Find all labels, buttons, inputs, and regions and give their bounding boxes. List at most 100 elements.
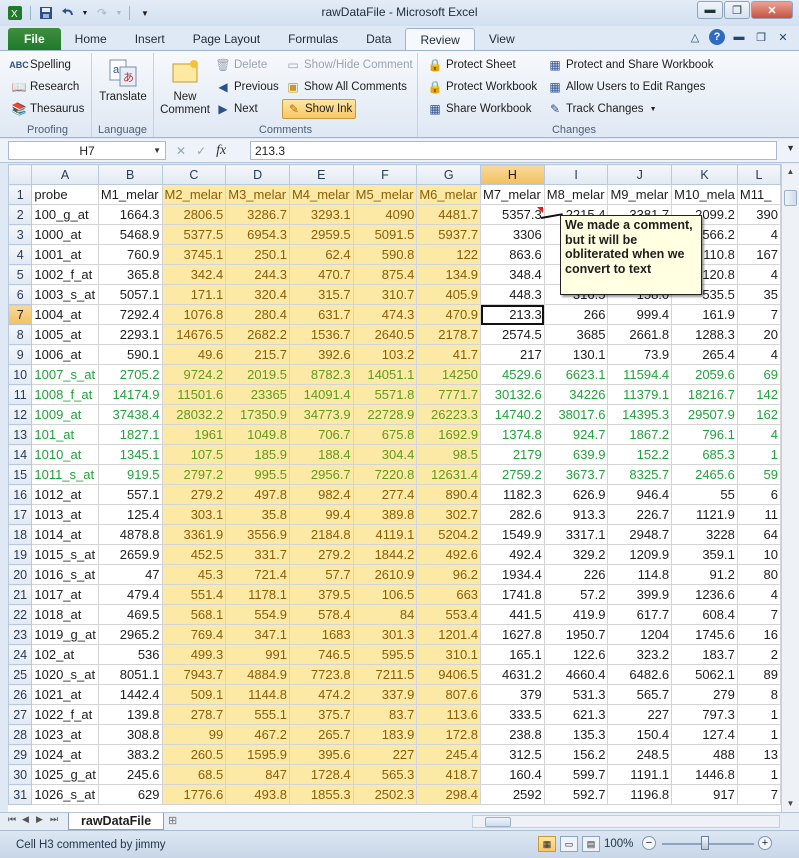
value-cell[interactable]: 418.7: [416, 764, 482, 785]
probe-cell[interactable]: 1011_s_at: [31, 464, 99, 485]
value-cell[interactable]: 1934.4: [480, 564, 545, 585]
value-cell[interactable]: 84: [353, 604, 418, 625]
value-cell[interactable]: 568.1: [162, 604, 227, 625]
first-sheet-icon[interactable]: ⏮: [8, 814, 16, 825]
value-cell[interactable]: 156.2: [544, 744, 609, 765]
value-cell[interactable]: 7211.5: [353, 664, 418, 685]
value-cell[interactable]: 280.4: [225, 304, 290, 325]
value-cell[interactable]: 7: [737, 304, 781, 325]
value-cell[interactable]: 365.8: [98, 264, 163, 285]
minimize-button[interactable]: ▬: [697, 1, 723, 19]
probe-cell[interactable]: 1009_at: [31, 404, 99, 425]
value-cell[interactable]: 57.2: [544, 584, 609, 605]
value-cell[interactable]: 999.4: [607, 304, 673, 325]
value-cell[interactable]: 227: [607, 704, 673, 725]
value-cell[interactable]: 1741.8: [480, 584, 545, 605]
value-cell[interactable]: 2759.2: [480, 464, 545, 485]
value-cell[interactable]: 631.7: [289, 304, 354, 325]
value-cell[interactable]: 499.3: [162, 644, 227, 665]
row-header[interactable]: 22: [8, 604, 33, 625]
cell[interactable]: M3_melar: [225, 184, 290, 205]
insert-sheet-icon[interactable]: ⊞: [168, 814, 177, 827]
value-cell[interactable]: 2640.5: [353, 324, 418, 345]
normal-view-icon[interactable]: ▦: [538, 836, 556, 852]
value-cell[interactable]: 11379.1: [607, 384, 673, 405]
value-cell[interactable]: 333.5: [480, 704, 545, 725]
previous-comment-button[interactable]: ◀ Previous: [212, 77, 282, 97]
value-cell[interactable]: 474.3: [353, 304, 418, 325]
value-cell[interactable]: 5571.8: [353, 384, 418, 405]
value-cell[interactable]: 405.9: [416, 284, 482, 305]
value-cell[interactable]: 919.5: [98, 464, 163, 485]
value-cell[interactable]: 113.6: [416, 704, 482, 725]
cell[interactable]: M11_: [737, 184, 781, 205]
value-cell[interactable]: 1950.7: [544, 624, 609, 645]
row-header[interactable]: 1: [8, 184, 33, 205]
value-cell[interactable]: 215.7: [225, 344, 290, 365]
value-cell[interactable]: 392.6: [289, 344, 354, 365]
value-cell[interactable]: 7723.8: [289, 664, 354, 685]
value-cell[interactable]: 4119.1: [353, 524, 418, 545]
value-cell[interactable]: 11501.6: [162, 384, 227, 405]
value-cell[interactable]: 22728.9: [353, 404, 418, 425]
value-cell[interactable]: 30132.6: [480, 384, 545, 405]
value-cell[interactable]: 134.9: [416, 264, 482, 285]
value-cell[interactable]: 4660.4: [544, 664, 609, 685]
column-header[interactable]: E: [288, 164, 354, 185]
value-cell[interactable]: 279.2: [289, 544, 354, 565]
customize-toolbar-icon[interactable]: ▼: [136, 4, 154, 22]
value-cell[interactable]: 161.9: [671, 304, 738, 325]
value-cell[interactable]: 16: [737, 624, 781, 645]
value-cell[interactable]: 4884.9: [225, 664, 290, 685]
value-cell[interactable]: 2059.6: [671, 364, 738, 385]
value-cell[interactable]: 114.8: [607, 564, 673, 585]
value-cell[interactable]: 103.2: [353, 344, 418, 365]
value-cell[interactable]: 590.8: [353, 244, 418, 265]
value-cell[interactable]: 183.7: [671, 644, 738, 665]
value-cell[interactable]: 706.7: [289, 424, 354, 445]
value-cell[interactable]: 165.1: [480, 644, 545, 665]
value-cell[interactable]: 171.1: [162, 284, 227, 305]
value-cell[interactable]: 35.8: [225, 504, 290, 525]
value-cell[interactable]: 183.9: [353, 724, 418, 745]
allow-edit-ranges-button[interactable]: ▦ Allow Users to Edit Ranges: [544, 77, 708, 97]
value-cell[interactable]: 509.1: [162, 684, 227, 705]
probe-cell[interactable]: 1016_s_at: [31, 564, 99, 585]
value-cell[interactable]: 383.2: [98, 744, 163, 765]
value-cell[interactable]: 592.7: [544, 784, 609, 805]
protect-workbook-button[interactable]: 🔒 Protect Workbook: [424, 77, 540, 97]
value-cell[interactable]: 172.8: [416, 724, 482, 745]
value-cell[interactable]: 1442.4: [98, 684, 163, 705]
tab-page-layout[interactable]: Page Layout: [179, 28, 274, 50]
value-cell[interactable]: 2682.2: [225, 324, 290, 345]
value-cell[interactable]: 1288.3: [671, 324, 738, 345]
column-header[interactable]: C: [161, 164, 227, 185]
spelling-button[interactable]: ABC Spelling: [8, 55, 74, 75]
value-cell[interactable]: 139.8: [98, 704, 163, 725]
value-cell[interactable]: 6: [737, 484, 781, 505]
value-cell[interactable]: 107.5: [162, 444, 227, 465]
value-cell[interactable]: 621.3: [544, 704, 609, 725]
probe-cell[interactable]: 1020_s_at: [31, 664, 99, 685]
value-cell[interactable]: 4878.8: [98, 524, 163, 545]
row-header[interactable]: 9: [8, 344, 33, 365]
value-cell[interactable]: 760.9: [98, 244, 163, 265]
value-cell[interactable]: 3293.1: [289, 204, 354, 225]
value-cell[interactable]: 310.1: [416, 644, 482, 665]
value-cell[interactable]: 2179: [480, 444, 545, 465]
value-cell[interactable]: 162: [737, 404, 781, 425]
value-cell[interactable]: 2959.5: [289, 224, 354, 245]
column-header[interactable]: F: [352, 164, 418, 185]
value-cell[interactable]: 7943.7: [162, 664, 227, 685]
value-cell[interactable]: 608.4: [671, 604, 738, 625]
value-cell[interactable]: 578.4: [289, 604, 354, 625]
value-cell[interactable]: 565.3: [353, 764, 418, 785]
row-header[interactable]: 28: [8, 724, 33, 745]
value-cell[interactable]: 301.3: [353, 624, 418, 645]
probe-cell[interactable]: 1008_f_at: [31, 384, 99, 405]
value-cell[interactable]: 4: [737, 344, 781, 365]
show-ink-button[interactable]: ✎ Show Ink: [282, 99, 357, 119]
value-cell[interactable]: 2705.2: [98, 364, 163, 385]
value-cell[interactable]: 62.4: [289, 244, 354, 265]
show-hide-comment-button[interactable]: ▭ Show/Hide Comment: [282, 55, 416, 75]
